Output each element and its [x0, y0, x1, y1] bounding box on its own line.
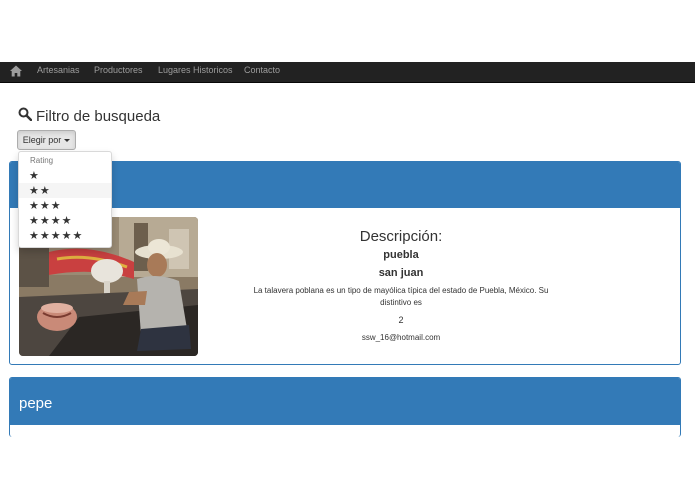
nav-link-contacto[interactable]: Contacto	[244, 64, 280, 76]
sort-dropdown-button[interactable]: Elegir por	[17, 130, 76, 150]
description-heading: Descripción:	[359, 228, 443, 245]
rating-dropdown-menu: Rating ★ ★★ ★★★ ★★★★ ★★★★★	[18, 151, 112, 248]
rating-option-4[interactable]: ★★★★	[19, 213, 111, 228]
rating-option-3[interactable]: ★★★	[19, 198, 111, 213]
nav-link-productores[interactable]: Productores	[94, 64, 143, 76]
card-description: La talavera poblana es un tipo de mayóli…	[253, 286, 549, 307]
rating-option-5[interactable]: ★★★★★	[19, 228, 111, 243]
nav-link-artesanias[interactable]: Artesanias	[37, 64, 80, 76]
card-number: 2	[398, 315, 404, 325]
caret-down-icon	[64, 138, 71, 142]
dropdown-header: Rating	[30, 156, 54, 165]
filter-title: Filtro de busqueda	[36, 107, 161, 125]
card-state: puebla	[383, 249, 419, 261]
rating-option-2[interactable]: ★★	[19, 183, 111, 198]
top-navbar: Artesanias Productores Lugares Historico…	[0, 62, 695, 83]
filter-heading: Filtro de busqueda	[18, 106, 160, 126]
rating-option-1[interactable]: ★	[19, 168, 111, 183]
nav-link-lugares-historicos[interactable]: Lugares Historicos	[158, 64, 233, 76]
card-place: san juan	[378, 267, 424, 279]
search-icon	[18, 107, 33, 126]
home-icon[interactable]	[9, 64, 23, 78]
product-card: pepe	[9, 377, 681, 437]
sort-dropdown-label: Elegir por	[22, 135, 62, 145]
card-email: ssw_16@hotmail.com	[361, 333, 441, 342]
card-title: pepe	[10, 378, 680, 425]
